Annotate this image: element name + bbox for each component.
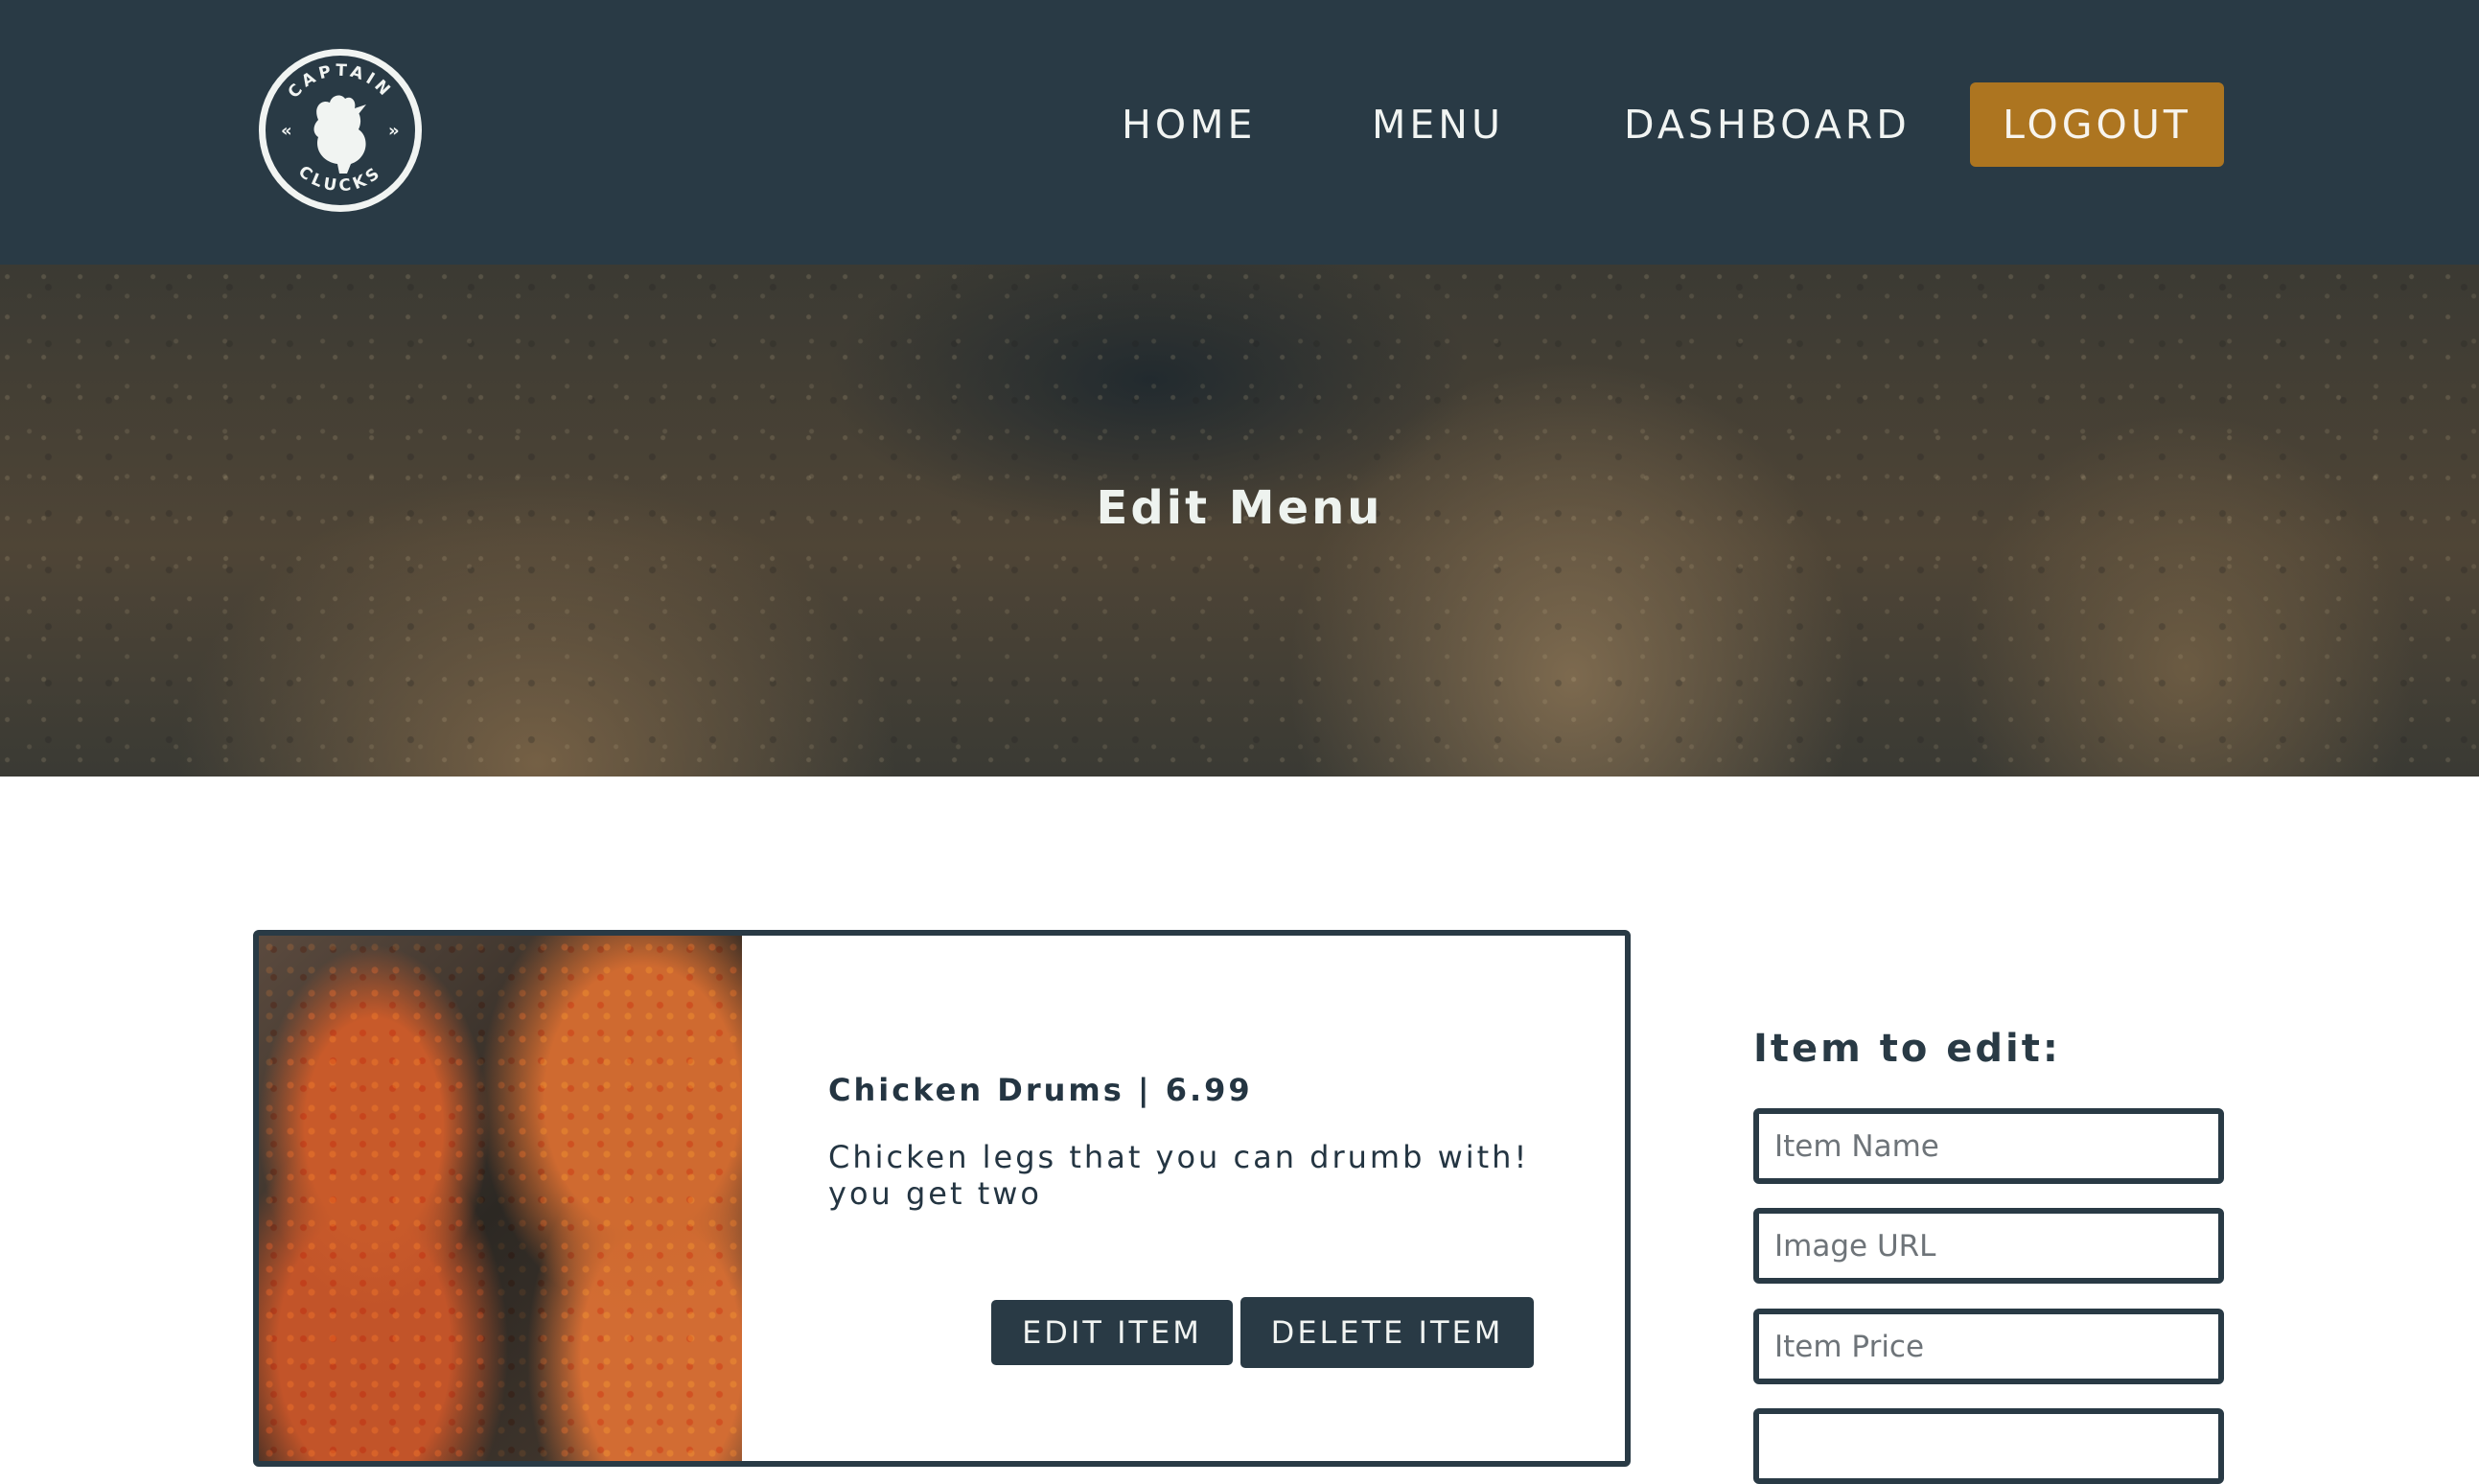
hero-banner: Edit Menu	[0, 265, 2479, 777]
item-price-input[interactable]	[1753, 1309, 2224, 1384]
page-title: Edit Menu	[1096, 481, 1383, 535]
item-name-input[interactable]	[1753, 1108, 2224, 1184]
menu-item-description: Chicken legs that you can drumb with! yo…	[828, 1139, 1530, 1212]
image-url-input[interactable]	[1753, 1208, 2224, 1284]
menu-item-title: Chicken Drums | 6.99	[828, 1072, 1253, 1108]
navbar: CAPTAIN CLUCKS « » HOME MENU DASHBOARD L…	[0, 0, 2479, 265]
delete-item-button[interactable]: DELETE ITEM	[1240, 1297, 1534, 1368]
svg-text:»: »	[388, 121, 400, 141]
svg-text:«: «	[281, 121, 292, 141]
edit-item-button[interactable]: EDIT ITEM	[991, 1300, 1233, 1365]
logout-button[interactable]: LOGOUT	[1970, 82, 2224, 167]
menu-item-card: Chicken Drums | 6.99 Chicken legs that y…	[253, 930, 1631, 1467]
edit-form-title: Item to edit:	[1753, 1027, 2061, 1071]
nav-menu-link[interactable]: MENU	[1372, 98, 1504, 151]
nav-home-link[interactable]: HOME	[1122, 98, 1256, 151]
nav-dashboard-link[interactable]: DASHBOARD	[1624, 98, 1911, 151]
item-description-input[interactable]	[1753, 1408, 2224, 1484]
menu-item-image	[259, 936, 742, 1461]
captain-clucks-logo[interactable]: CAPTAIN CLUCKS « »	[255, 45, 426, 216]
